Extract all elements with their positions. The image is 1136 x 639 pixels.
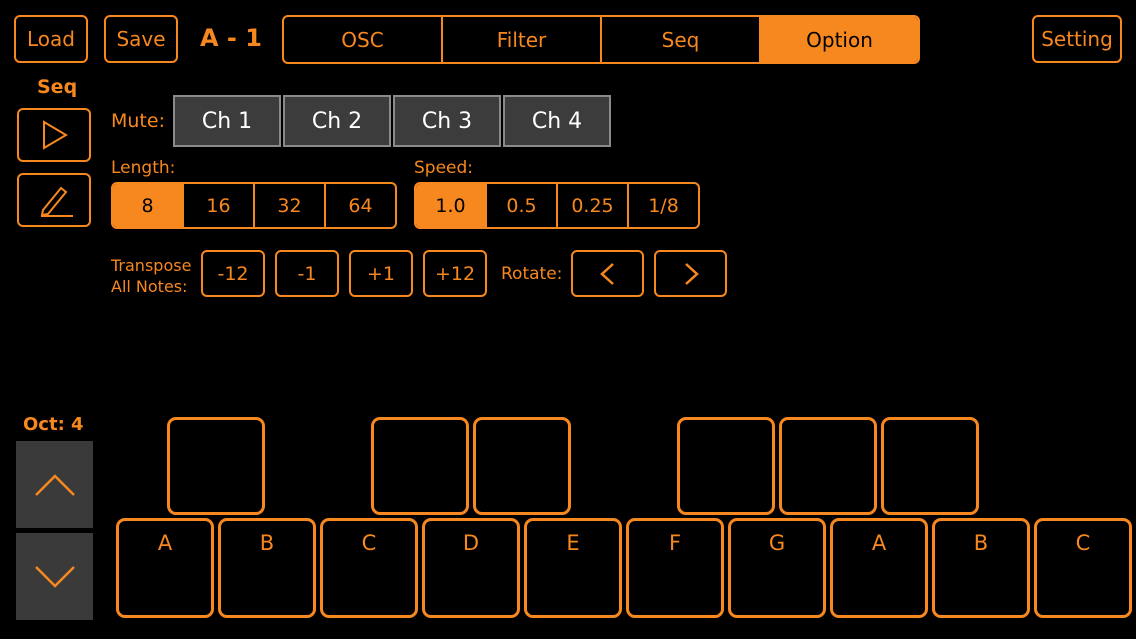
white-key-a[interactable]: A: [116, 518, 214, 618]
transpose-minus1-button[interactable]: -1: [275, 250, 339, 297]
chevron-right-icon: [684, 262, 699, 285]
black-key-a-sharp[interactable]: [167, 417, 265, 515]
key-label: G: [768, 531, 786, 555]
key-label: B: [973, 531, 989, 555]
transpose-plus12-button[interactable]: +12: [423, 250, 487, 297]
white-key-e[interactable]: E: [524, 518, 622, 618]
black-key-g-sharp[interactable]: [779, 417, 877, 515]
black-key-c-sharp[interactable]: [371, 417, 469, 515]
tab-option[interactable]: Option: [761, 17, 918, 62]
length-label: Length:: [111, 158, 176, 178]
speed-option-0-25[interactable]: 0.25: [558, 184, 629, 227]
key-label: F: [668, 531, 682, 555]
setting-button[interactable]: Setting: [1032, 15, 1122, 63]
chevron-down-icon: [34, 565, 75, 588]
tab-bar: OSC Filter Seq Option: [282, 15, 920, 64]
octave-down-button[interactable]: [16, 533, 93, 620]
tab-osc[interactable]: OSC: [284, 17, 443, 62]
key-label: A: [871, 531, 887, 555]
length-option-32[interactable]: 32: [255, 184, 326, 227]
mute-channel-group: Ch 1 Ch 2 Ch 3 Ch 4: [173, 95, 611, 147]
rotate-right-button[interactable]: [654, 250, 727, 297]
white-key-b[interactable]: B: [218, 518, 316, 618]
transpose-label-line1: Transpose: [111, 256, 192, 275]
load-button[interactable]: Load: [14, 15, 88, 63]
octave-label: Oct: 4: [23, 414, 84, 435]
patch-title: A - 1: [200, 24, 262, 52]
white-key-c-2[interactable]: C: [1034, 518, 1132, 618]
rotate-label: Rotate:: [501, 264, 563, 284]
tab-filter[interactable]: Filter: [443, 17, 602, 62]
transpose-label-line2: All Notes:: [111, 277, 188, 296]
white-key-g[interactable]: G: [728, 518, 826, 618]
seq-edit-button[interactable]: [17, 173, 91, 227]
play-icon: [43, 120, 68, 150]
speed-option-1-8[interactable]: 1/8: [629, 184, 698, 227]
key-label: E: [566, 531, 580, 555]
key-label: A: [157, 531, 173, 555]
black-key-a-sharp-2[interactable]: [881, 417, 979, 515]
mute-ch2-button[interactable]: Ch 2: [283, 95, 391, 147]
length-option-16[interactable]: 16: [184, 184, 255, 227]
octave-up-button[interactable]: [16, 441, 93, 528]
mute-ch3-button[interactable]: Ch 3: [393, 95, 501, 147]
key-label: C: [1075, 531, 1091, 555]
white-key-b-2[interactable]: B: [932, 518, 1030, 618]
length-option-8[interactable]: 8: [113, 184, 184, 227]
black-key-f-sharp[interactable]: [677, 417, 775, 515]
key-label: D: [462, 531, 480, 555]
mute-label: Mute:: [111, 110, 165, 132]
speed-label: Speed:: [414, 158, 474, 178]
length-option-64[interactable]: 64: [326, 184, 395, 227]
pencil-icon: [40, 186, 73, 217]
speed-option-1-0[interactable]: 1.0: [416, 184, 487, 227]
speed-option-0-5[interactable]: 0.5: [487, 184, 558, 227]
tab-seq[interactable]: Seq: [602, 17, 761, 62]
chevron-left-icon: [599, 262, 614, 285]
chevron-up-icon: [34, 473, 75, 496]
length-selector: 8 16 32 64: [111, 182, 397, 229]
white-key-a-2[interactable]: A: [830, 518, 928, 618]
key-label: C: [361, 531, 377, 555]
save-button[interactable]: Save: [104, 15, 178, 63]
white-key-d[interactable]: D: [422, 518, 520, 618]
speed-selector: 1.0 0.5 0.25 1/8: [414, 182, 700, 229]
rotate-left-button[interactable]: [571, 250, 644, 297]
black-key-d-sharp[interactable]: [473, 417, 571, 515]
mute-ch4-button[interactable]: Ch 4: [503, 95, 611, 147]
transpose-minus12-button[interactable]: -12: [201, 250, 265, 297]
white-key-c[interactable]: C: [320, 518, 418, 618]
transpose-label: Transpose All Notes:: [111, 255, 191, 297]
seq-play-button[interactable]: [17, 108, 91, 162]
mute-ch1-button[interactable]: Ch 1: [173, 95, 281, 147]
key-label: B: [259, 531, 275, 555]
seq-label: Seq: [37, 76, 78, 98]
transpose-plus1-button[interactable]: +1: [349, 250, 413, 297]
white-key-f[interactable]: F: [626, 518, 724, 618]
